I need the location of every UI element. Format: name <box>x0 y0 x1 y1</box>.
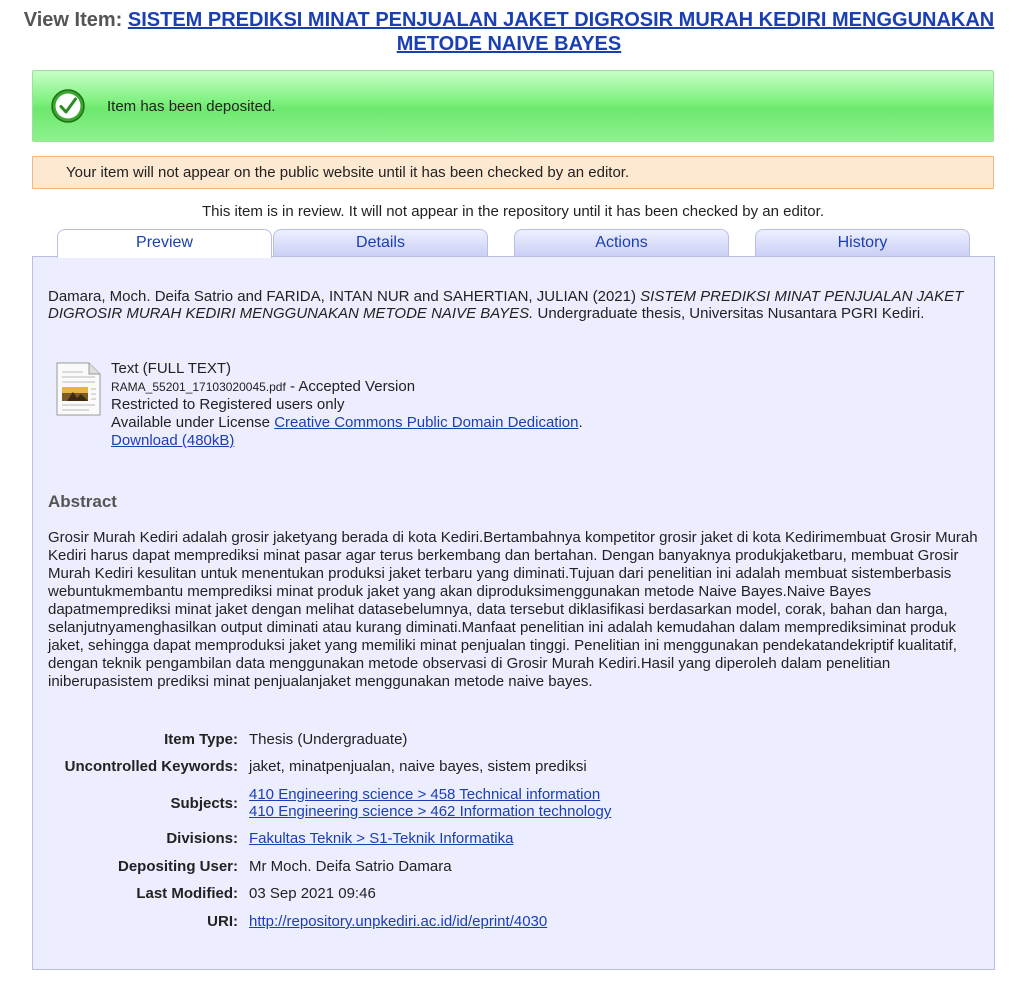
meta-label: URI: <box>207 913 238 930</box>
review-note: This item is in review. It will not appe… <box>202 203 824 220</box>
meta-value: 410 Engineering science > 458 Technical … <box>249 786 949 820</box>
license-link[interactable]: Creative Commons Public Domain Dedicatio… <box>274 414 578 431</box>
tab-preview[interactable]: Preview <box>57 229 272 258</box>
tab-actions[interactable]: Actions <box>514 229 729 257</box>
uri-link[interactable]: http://repository.unpkediri.ac.id/id/epr… <box>249 913 547 930</box>
meta-label: Uncontrolled Keywords: <box>64 758 238 775</box>
subject-link[interactable]: 410 Engineering science > 458 Technical … <box>249 786 600 803</box>
success-message-text: Item has been deposited. <box>107 98 276 115</box>
document-type: Text (FULL TEXT) <box>111 360 232 377</box>
page-title-label: View Item: <box>23 9 123 31</box>
division-link[interactable]: Fakultas Teknik > S1-Teknik Informatika <box>249 830 513 847</box>
page-title: View Item: SISTEM PREDIKSI MINAT PENJUAL… <box>0 8 1018 56</box>
license-prefix: Available under License <box>111 414 271 431</box>
meta-label: Depositing User: <box>117 858 238 875</box>
document-icon[interactable] <box>55 362 101 416</box>
meta-label: Last Modified: <box>136 885 238 902</box>
abstract-text: Grosir Murah Kediri adalah grosir jakety… <box>48 529 978 690</box>
document-version: - Accepted Version <box>290 378 416 395</box>
citation-rest: Undergraduate thesis, Universitas Nusant… <box>537 305 925 322</box>
meta-value: Mr Moch. Deifa Satrio Damara <box>249 858 452 875</box>
meta-value: Thesis (Undergraduate) <box>249 731 408 748</box>
tab-details[interactable]: Details <box>273 229 488 257</box>
citation: Damara, Moch. Deifa Satrio and FARIDA, I… <box>48 288 978 322</box>
document-restriction: Restricted to Registered users only <box>111 396 345 413</box>
warning-message-text: Your item will not appear on the public … <box>66 164 630 181</box>
document-filename: RAMA_55201_17103020045.pdf <box>111 380 286 394</box>
citation-authors: Damara, Moch. Deifa Satrio and FARIDA, I… <box>48 288 636 305</box>
abstract-heading: Abstract <box>48 492 117 511</box>
meta-label: Divisions: <box>166 830 238 847</box>
meta-label: Item Type: <box>164 731 238 748</box>
meta-label: Subjects: <box>170 795 238 812</box>
subject-link[interactable]: 410 Engineering science > 462 Informatio… <box>249 803 611 820</box>
document-file-line: RAMA_55201_17103020045.pdf - Accepted Ve… <box>111 378 583 396</box>
meta-value: 03 Sep 2021 09:46 <box>249 885 376 902</box>
meta-value: Fakultas Teknik > S1-Teknik Informatika <box>249 830 949 847</box>
item-title-link[interactable]: SISTEM PREDIKSI MINAT PENJUALAN JAKET DI… <box>128 9 994 55</box>
checkmark-icon <box>51 89 85 123</box>
meta-value: http://repository.unpkediri.ac.id/id/epr… <box>249 913 949 930</box>
license-suffix: . <box>578 414 583 431</box>
document-license-line: Available under License Creative Commons… <box>111 414 583 432</box>
tab-history[interactable]: History <box>755 229 970 257</box>
meta-value: jaket, minatpenjualan, naive bayes, sist… <box>249 758 587 775</box>
document-info: Text (FULL TEXT) RAMA_55201_17103020045.… <box>111 360 583 450</box>
download-link[interactable]: Download (480kB) <box>111 432 234 449</box>
success-message: Item has been deposited. <box>32 70 994 142</box>
warning-message: Your item will not appear on the public … <box>32 156 994 189</box>
